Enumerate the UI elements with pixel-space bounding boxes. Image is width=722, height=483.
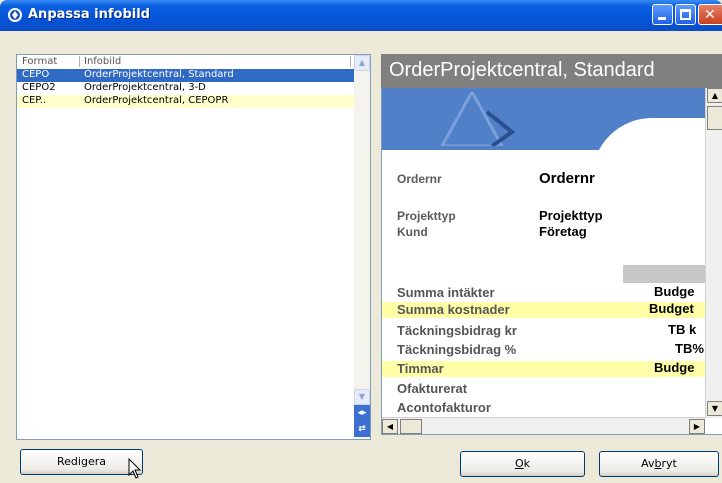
banner-graphic [440,92,516,146]
ordernr-label: Ordernr [397,172,442,186]
summary-label: Summa kostnader [397,302,510,317]
summary-label: Ofakturerat [397,381,468,396]
maximize-button[interactable] [675,4,696,25]
app-icon [8,8,22,22]
preview-banner [382,88,722,198]
preview-vertical-scrollbar[interactable]: ▲ ▼ [705,88,722,418]
column-header-format[interactable]: Format [22,56,57,67]
projekttyp-value: Projekttyp [539,208,603,223]
maximize-icon [680,9,691,20]
scroll-down-button[interactable]: ▼ [707,401,722,416]
cancel-label: Av [641,457,655,470]
projekttyp-label: Projekttyp [397,209,456,223]
preview-horizontal-scrollbar[interactable]: ◀ ▶ [382,417,705,434]
ok-label: k [523,457,531,470]
summary-value: TB k [668,322,697,337]
scroll-thumb[interactable] [707,106,722,130]
list-item-infobild: OrderProjektcentral, CEPOPR [84,95,229,106]
list-item[interactable]: CEPO OrderProjektcentral, Standard [17,69,354,82]
summary-value: Budge [654,360,695,375]
close-icon: ✕ [704,7,716,23]
infobild-preview: Ordernr Ordernr Projekttyp Projekttyp Ku… [381,88,722,435]
redigera-button[interactable]: Redigera [20,449,143,475]
redigera-label: Redigera [57,455,106,468]
ok-label-mnemonic: O [514,457,524,470]
ordernr-value: Ordernr [539,170,595,187]
list-item-format: CEP.. [22,95,47,106]
scroll-right-button[interactable]: ▶ [689,419,705,434]
window-title: Anpassa infobild [28,7,150,22]
mouse-cursor-icon [128,458,142,479]
scroll-left-button[interactable]: ◀ [382,419,398,434]
left-right-arrows-icon[interactable]: ◂▸ [354,405,370,421]
minimize-icon [658,17,666,20]
list-item-format: CEPO [22,69,50,80]
list-item-infobild: OrderProjektcentral, Standard [84,69,234,80]
list-item-infobild: OrderProjektcentral, 3-D [84,82,206,93]
list-item[interactable]: CEPO2 OrderProjektcentral, 3-D [17,82,354,95]
cancel-button[interactable]: Avbryt [599,451,719,477]
cancel-label-mnemonic: b [654,457,662,470]
infobild-list[interactable]: Format Infobild CEPO OrderProjektcentral… [16,54,371,440]
list-item[interactable]: CEP.. OrderProjektcentral, CEPOPR [17,95,354,108]
summary-label: Täckningsbidrag kr [397,323,517,338]
preview-title-bar: OrderProjektcentral, Standard [381,54,722,88]
scroll-up-button[interactable]: ▲ [354,55,370,71]
scroll-down-button[interactable]: ▼ [354,389,370,405]
list-scrollbar[interactable]: ▲ ▼ [354,55,370,439]
list-header: Format Infobild [17,55,354,70]
summary-label: Summa intäkter [397,285,495,300]
summary-value: Budget [649,301,694,316]
title-bar[interactable]: Anpassa infobild ✕ [0,0,722,31]
summary-label: Acontofakturor [397,400,491,415]
column-divider[interactable] [350,56,351,67]
preview-title: OrderProjektcentral, Standard [389,59,655,81]
banner-curve [592,118,722,198]
column-divider[interactable] [79,56,80,67]
swap-icon[interactable]: ⇄ [354,421,370,437]
minimize-button[interactable] [652,4,673,25]
scroll-thumb[interactable] [400,419,422,434]
kund-value: Företag [539,224,587,239]
summary-label: Täckningsbidrag % [397,342,517,357]
scroll-up-button[interactable]: ▲ [707,88,722,103]
column-header-box [623,265,705,283]
ok-button[interactable]: Ok [460,451,585,477]
cancel-label-rest: ryt [661,457,677,470]
list-item-format: CEPO2 [22,82,56,93]
column-header-infobild[interactable]: Infobild [84,56,121,67]
close-button[interactable]: ✕ [698,4,722,25]
summary-value: TB% [675,341,704,356]
summary-value: Budge [654,284,695,299]
kund-label: Kund [397,225,428,239]
summary-label: Timmar [397,361,444,376]
